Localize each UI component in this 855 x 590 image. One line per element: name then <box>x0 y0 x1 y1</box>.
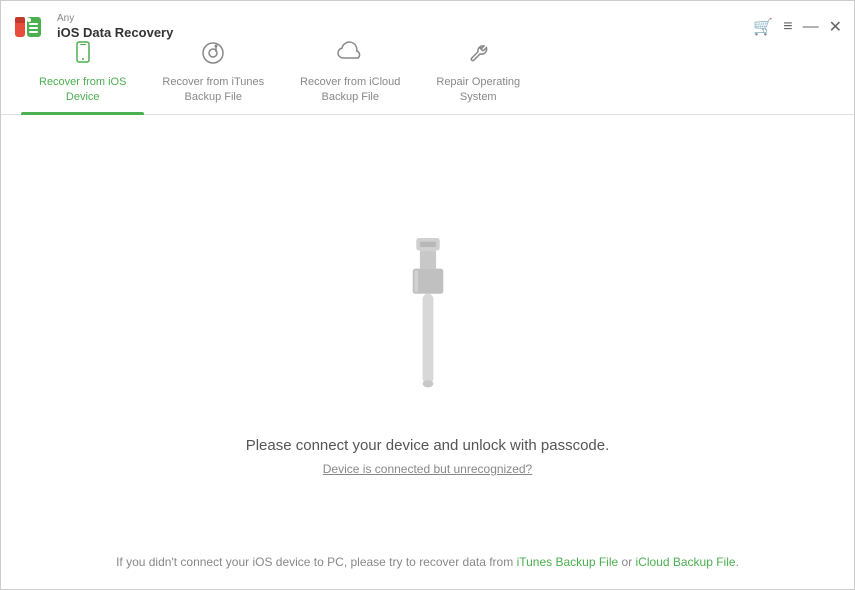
cable-illustration <box>383 229 473 409</box>
device-unrecognized-link[interactable]: Device is connected but unrecognized? <box>323 462 532 476</box>
main-content: Please connect your device and unlock wi… <box>1 115 854 589</box>
icloud-backup-link[interactable]: iCloud Backup File <box>636 555 736 569</box>
tab-itunes[interactable]: Recover from iTunesBackup File <box>144 33 282 114</box>
tab-ios-device[interactable]: Recover from iOSDevice <box>21 33 144 114</box>
ios-device-icon <box>71 41 95 71</box>
window-controls: 🛒 ≡ — ✕ <box>753 17 842 37</box>
tab-itunes-label: Recover from iTunesBackup File <box>162 75 264 104</box>
tab-ios-device-label: Recover from iOSDevice <box>39 75 126 104</box>
connect-message: Please connect your device and unlock wi… <box>246 437 610 454</box>
footer-text-after: . <box>736 555 739 569</box>
footer-text-middle: or <box>618 555 635 569</box>
tab-icloud-label: Recover from iCloudBackup File <box>300 75 400 104</box>
footer-message: If you didn't connect your iOS device to… <box>1 555 854 569</box>
tab-repair-label: Repair OperatingSystem <box>436 75 520 104</box>
itunes-backup-link[interactable]: iTunes Backup File <box>517 555 619 569</box>
close-button[interactable]: ✕ <box>829 17 842 37</box>
tab-repair[interactable]: Repair OperatingSystem <box>418 33 538 114</box>
minimize-button[interactable]: — <box>803 18 819 36</box>
tab-icloud[interactable]: Recover from iCloudBackup File <box>282 33 418 114</box>
cart-icon[interactable]: 🛒 <box>753 17 773 37</box>
repair-icon <box>466 41 490 71</box>
footer-text-before: If you didn't connect your iOS device to… <box>116 555 516 569</box>
icloud-icon <box>336 41 364 71</box>
nav-tabs: Recover from iOSDevice Recover from iTun… <box>1 45 854 115</box>
menu-icon[interactable]: ≡ <box>783 18 792 36</box>
itunes-icon <box>201 41 225 71</box>
cable-svg <box>383 229 473 409</box>
app-any-label: Any <box>57 13 173 25</box>
